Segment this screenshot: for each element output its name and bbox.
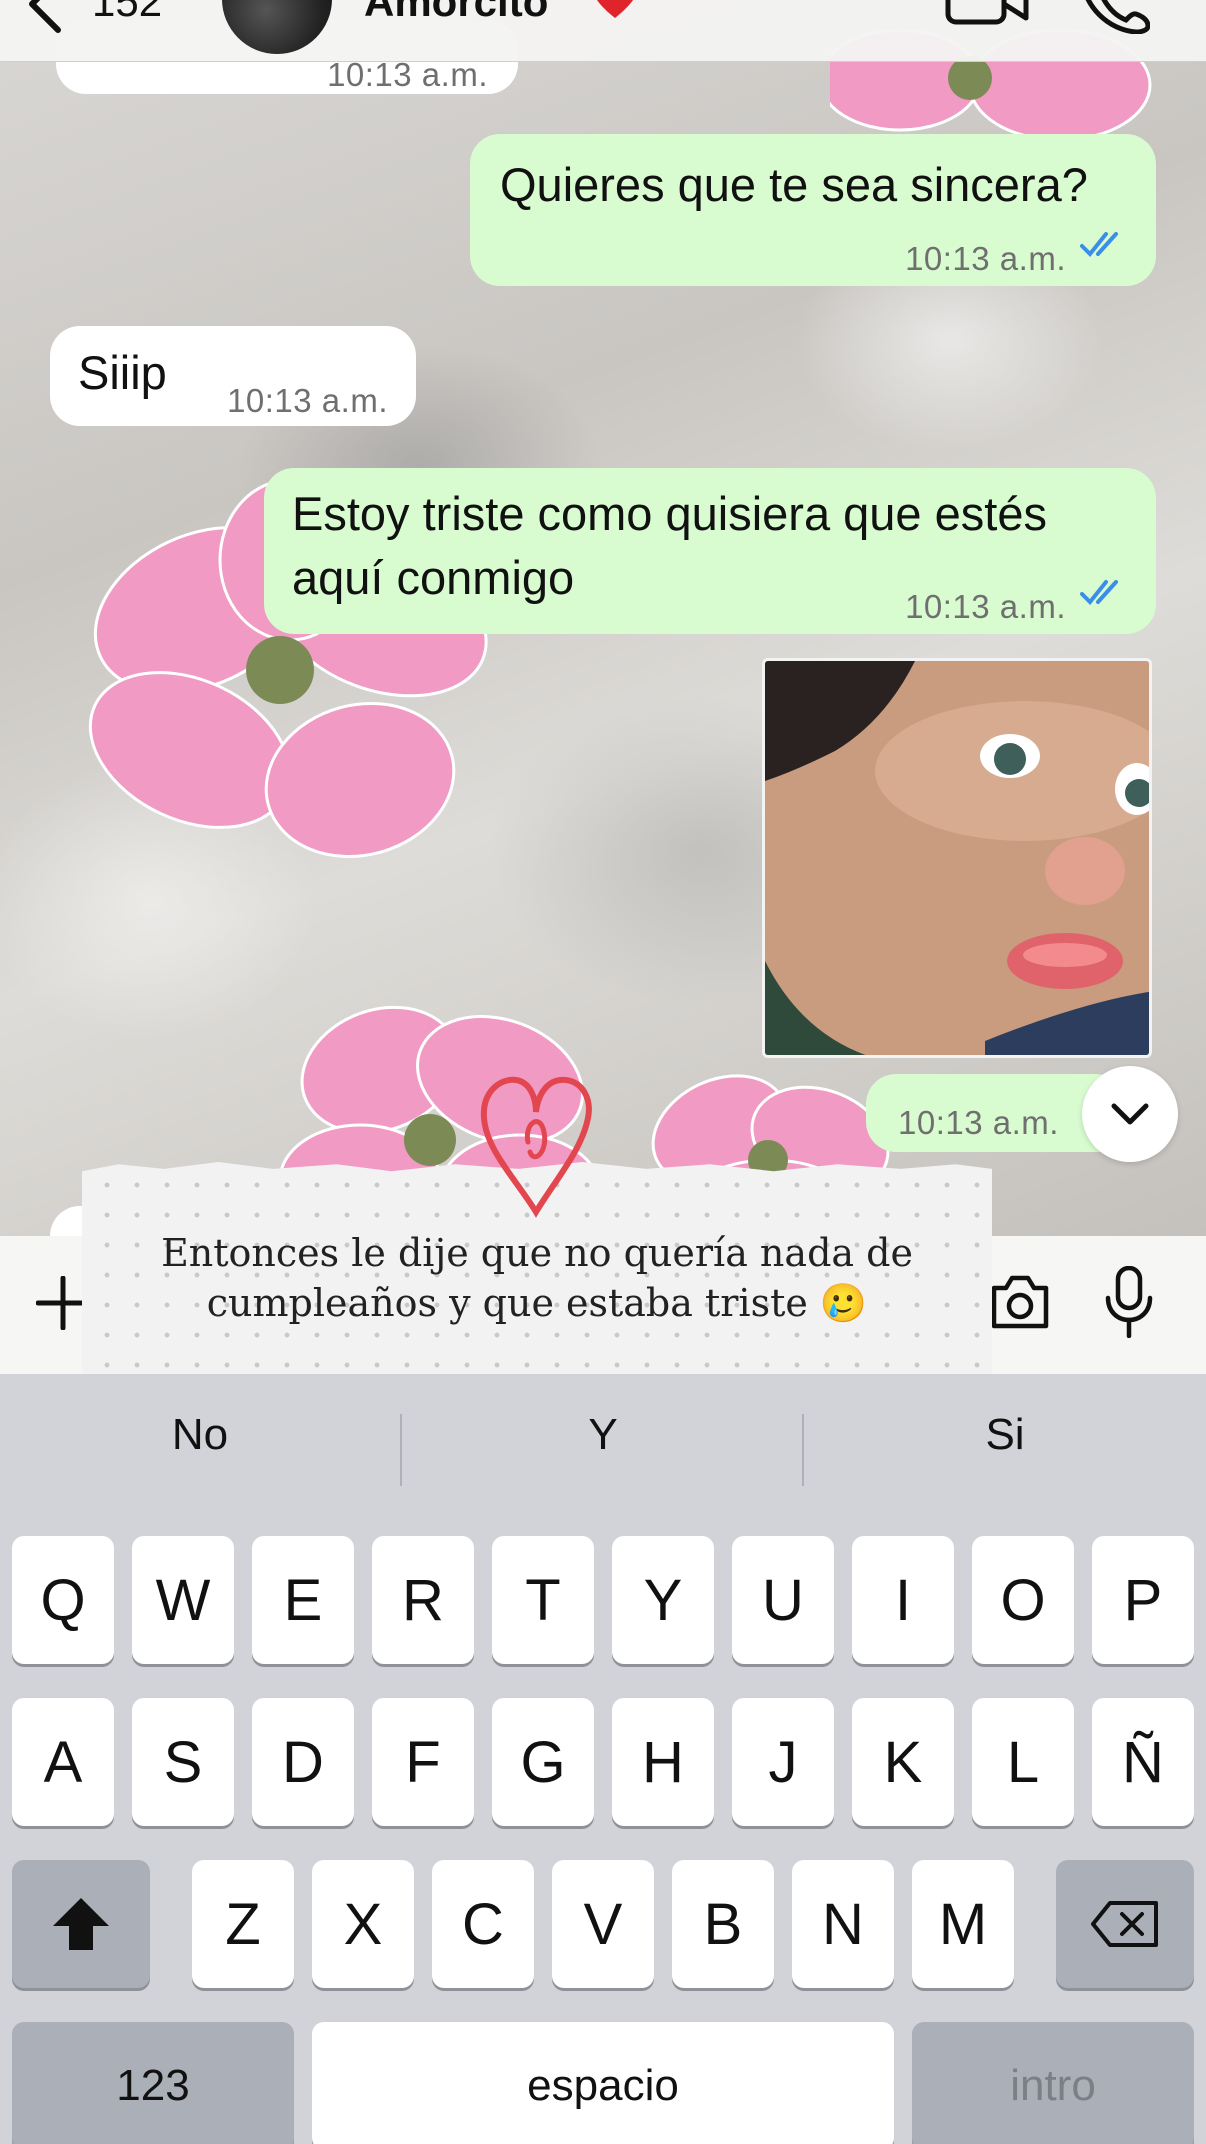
- unread-count[interactable]: 152: [92, 0, 162, 26]
- key-e[interactable]: E: [252, 1536, 354, 1664]
- backspace-icon: [1091, 1901, 1158, 1947]
- enter-key[interactable]: intro: [912, 2022, 1194, 2144]
- message-time: 10:13 a.m.: [905, 588, 1066, 625]
- suggestion-item[interactable]: Si: [805, 1410, 1205, 1460]
- shift-key[interactable]: [12, 1860, 150, 1988]
- image-message[interactable]: [762, 658, 1152, 1058]
- red-heart-emoji-icon: [597, 0, 633, 18]
- video-call-icon[interactable]: [944, 0, 1030, 28]
- space-key[interactable]: espacio: [312, 2022, 894, 2144]
- crying-baby-photo: [765, 661, 1149, 1055]
- key-k[interactable]: K: [852, 1698, 954, 1826]
- key-h[interactable]: H: [612, 1698, 714, 1826]
- key-x[interactable]: X: [312, 1860, 414, 1988]
- chevron-down-icon: [1111, 1103, 1149, 1125]
- shift-icon: [53, 1898, 109, 1950]
- message-bubble-outgoing[interactable]: Quieres que te sea sincera? 10:13 a.m.: [470, 134, 1156, 286]
- message-time: 10:13 a.m.: [905, 240, 1066, 277]
- key-r[interactable]: R: [372, 1536, 474, 1664]
- read-receipt-icon: [1080, 580, 1118, 605]
- suggestion-divider: [802, 1414, 804, 1486]
- suggestion-item[interactable]: No: [0, 1410, 400, 1460]
- chat-header: 152 Amorcito: [0, 0, 1206, 62]
- scroll-to-bottom-button[interactable]: [1082, 1066, 1178, 1162]
- chat-wallpaper: 10:13 a.m. Quieres que te sea sincera? 1…: [0, 0, 1206, 1236]
- key-b[interactable]: B: [672, 1860, 774, 1988]
- key-d[interactable]: D: [252, 1698, 354, 1826]
- key-n-tilde[interactable]: Ñ: [1092, 1698, 1194, 1826]
- numbers-key[interactable]: 123: [12, 2022, 294, 2144]
- key-v[interactable]: V: [552, 1860, 654, 1988]
- message-bubble-incoming[interactable]: Siiip 10:13 a.m.: [50, 326, 416, 426]
- message-time: 10:13 a.m.: [898, 1104, 1059, 1141]
- message-text: Siiip: [78, 346, 167, 399]
- back-chevron-icon[interactable]: [18, 0, 68, 34]
- key-c[interactable]: C: [432, 1860, 534, 1988]
- key-g[interactable]: G: [492, 1698, 594, 1826]
- doodle-heart-icon: [480, 1076, 592, 1218]
- backspace-key[interactable]: [1056, 1860, 1194, 1988]
- camera-icon[interactable]: [990, 1274, 1050, 1330]
- key-i[interactable]: I: [852, 1536, 954, 1664]
- key-l[interactable]: L: [972, 1698, 1074, 1826]
- phone-call-icon[interactable]: [1080, 0, 1150, 34]
- avatar[interactable]: [222, 0, 332, 54]
- keyboard: No Y Si Q W E R T Y U I O P A S D F G H …: [0, 1374, 1206, 2144]
- key-m[interactable]: M: [912, 1860, 1014, 1988]
- suggestion-bar: No Y Si: [0, 1374, 1206, 1524]
- key-s[interactable]: S: [132, 1698, 234, 1826]
- key-t[interactable]: T: [492, 1536, 594, 1664]
- note-caption: Entonces le dije que no quería nada de c…: [161, 1231, 913, 1325]
- key-o[interactable]: O: [972, 1536, 1074, 1664]
- key-q[interactable]: Q: [12, 1536, 114, 1664]
- plus-icon[interactable]: [36, 1276, 90, 1330]
- key-a[interactable]: A: [12, 1698, 114, 1826]
- key-j[interactable]: J: [732, 1698, 834, 1826]
- key-z[interactable]: Z: [192, 1860, 294, 1988]
- key-n[interactable]: N: [792, 1860, 894, 1988]
- contact-name[interactable]: Amorcito: [364, 0, 548, 26]
- key-f[interactable]: F: [372, 1698, 474, 1826]
- suggestion-item[interactable]: Y: [403, 1410, 803, 1460]
- microphone-icon[interactable]: [1104, 1266, 1154, 1338]
- suggestion-divider: [400, 1414, 402, 1486]
- message-bubble-outgoing[interactable]: Estoy triste como quisiera que estés aqu…: [264, 468, 1156, 634]
- message-time: 10:13 a.m.: [227, 382, 388, 419]
- read-receipt-icon: [1080, 232, 1118, 257]
- key-u[interactable]: U: [732, 1536, 834, 1664]
- message-text: Quieres que te sea sincera?: [500, 158, 1088, 211]
- key-p[interactable]: P: [1092, 1536, 1194, 1664]
- key-w[interactable]: W: [132, 1536, 234, 1664]
- key-y[interactable]: Y: [612, 1536, 714, 1664]
